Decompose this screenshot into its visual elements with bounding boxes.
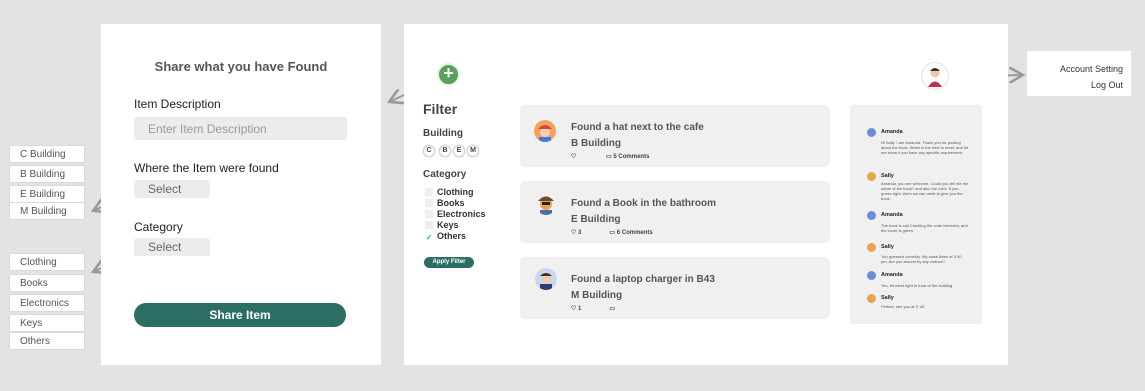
post-card[interactable]: Found a hat next to the cafe B Building ♡… (520, 105, 830, 167)
item-description-label: Item Description (134, 97, 221, 111)
avatar (867, 211, 876, 220)
location-select[interactable]: Select (134, 180, 210, 198)
like-button[interactable]: ♡ 3 (571, 230, 595, 236)
category-select[interactable]: Select (134, 238, 210, 256)
chat-message: Hi Sally, I am Amanda. Thank you for pos… (881, 140, 969, 155)
post-card[interactable]: Found a laptop charger in B43 M Building … (520, 257, 830, 319)
avatar (535, 268, 557, 290)
building-filter-label: Building (423, 128, 463, 139)
post-title: Found a hat next to the cafe B Building (571, 122, 704, 149)
location-label: Where the Item were found (134, 161, 279, 175)
user-icon (928, 68, 942, 87)
category-checkbox-others[interactable]: ✓ Others (425, 231, 466, 242)
chat-sender: Amanda (881, 212, 903, 218)
building-chip-b[interactable]: B (440, 146, 450, 156)
avatar (867, 128, 876, 137)
checkbox-icon (425, 199, 433, 207)
apply-filter-button[interactable]: Apply Filter (424, 257, 474, 268)
avatar (867, 271, 876, 280)
filter-title: Filter (423, 101, 458, 117)
avatar (867, 294, 876, 303)
comment-button[interactable]: ▭ 6 Comments (609, 230, 666, 236)
chat-message: Perfect, see you at 3: 45. (881, 304, 926, 309)
post-meta: ♡ 1 ▭ (571, 305, 643, 312)
chat-sender: Sally (881, 295, 894, 301)
chat-panel: Amanda Hi Sally, I am Amanda. Thank you … (850, 105, 982, 324)
avatar (867, 243, 876, 252)
chat-sender: Sally (881, 244, 894, 250)
user-avatar[interactable] (922, 63, 948, 89)
logout-link[interactable]: Log Out (1027, 77, 1123, 93)
avatar (867, 172, 876, 181)
share-item-panel: Share what you have Found Item Descripti… (101, 24, 381, 365)
building-chip-c[interactable]: C (424, 146, 434, 156)
chat-message: Amanda, you are welcome. Could you tell … (881, 181, 969, 201)
item-description-input[interactable] (134, 117, 347, 140)
avatar (535, 193, 557, 215)
account-setting-link[interactable]: Account Setting (1027, 61, 1123, 77)
category-checkbox-keys[interactable]: Keys (425, 220, 459, 230)
post-meta: ♡ 3 ▭ 6 Comments (571, 229, 681, 236)
chat-sender: Sally (881, 173, 894, 179)
building-chip-m[interactable]: M (468, 146, 478, 156)
category-checkbox-books[interactable]: Books (425, 198, 465, 208)
share-panel-title: Share what you have Found (154, 59, 328, 74)
checkmark-icon: ✓ (425, 233, 433, 242)
post-meta: ♡ ▭ 5 Comments (571, 153, 677, 160)
category-filter-label: Category (423, 169, 467, 180)
avatar (534, 120, 556, 142)
category-checkbox-label: Keys (437, 220, 459, 230)
checkbox-icon (425, 221, 433, 229)
category-checkbox-electronics[interactable]: Electronics (425, 209, 486, 219)
checkbox-icon (425, 210, 433, 218)
post-card[interactable]: Found a Book in the bathroom E Building ♡… (520, 181, 830, 243)
chat-message: The book is call Cracking the code inter… (881, 223, 968, 233)
chat-message: Yes, let meet right in front of the buil… (881, 283, 953, 288)
like-button[interactable]: ♡ (571, 154, 592, 160)
category-label: Category (134, 220, 183, 234)
category-checkbox-clothing[interactable]: Clothing (425, 187, 474, 197)
category-checkbox-label: Electronics (437, 209, 486, 219)
post-title: Found a Book in the bathroom E Building (571, 198, 716, 225)
share-item-button[interactable]: Share Item (134, 303, 346, 327)
post-title: Found a laptop charger in B43 M Building (571, 274, 715, 301)
comment-button[interactable]: ▭ 5 Comments (606, 154, 663, 160)
chat-sender: Amanda (881, 129, 903, 135)
checkbox-icon (425, 188, 433, 196)
category-checkbox-label: Clothing (437, 187, 474, 197)
chat-sender: Amanda (881, 272, 903, 278)
plus-icon: + (443, 63, 454, 83)
category-checkbox-label: Others (437, 231, 467, 241)
add-post-button[interactable]: + (437, 63, 460, 86)
account-menu: Account Setting Log Out (1027, 51, 1131, 96)
category-checkbox-label: Books (437, 198, 465, 208)
like-button[interactable]: ♡ 1 (571, 306, 595, 312)
chat-message: You guessed correctly. My class finish a… (881, 254, 962, 264)
building-chip-e[interactable]: E (454, 146, 464, 156)
comment-button[interactable]: ▭ (609, 306, 629, 312)
